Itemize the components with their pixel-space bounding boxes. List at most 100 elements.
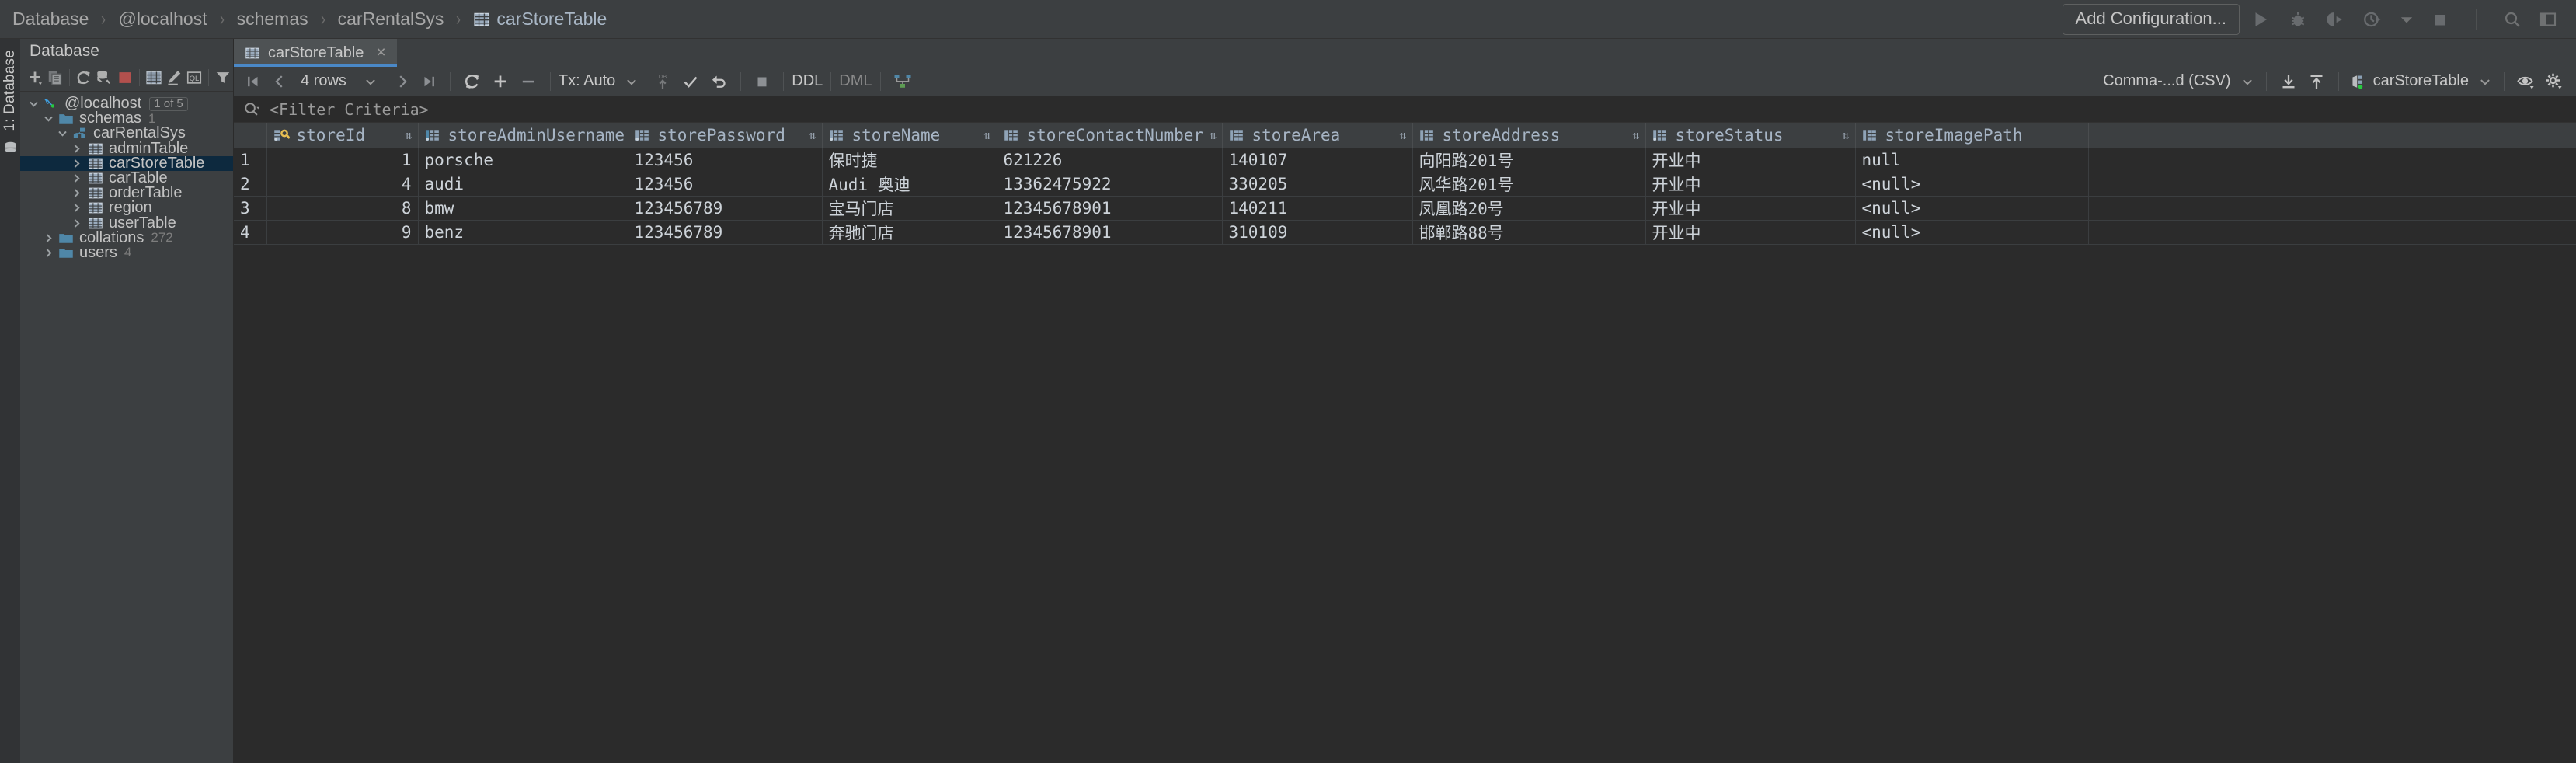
view-options-icon[interactable] (2512, 70, 2540, 93)
run-icon[interactable] (2251, 9, 2271, 30)
cell-storeaddress[interactable]: 向阳路201号 (1412, 148, 1646, 172)
copy-icon[interactable] (45, 67, 65, 89)
table-row[interactable]: 2 4 audi 123456 Audi 奥迪 13362475922 3302… (234, 172, 2576, 197)
close-icon[interactable]: × (376, 44, 385, 62)
cell-storeadminusername[interactable]: benz (418, 220, 628, 245)
sort-indicator-icon[interactable]: ⇅ (405, 128, 412, 142)
ddl-button[interactable]: DDL (792, 72, 823, 90)
cell-storepassword[interactable]: 123456789 (628, 196, 823, 221)
search-everywhere-icon[interactable] (2503, 10, 2522, 29)
sort-indicator-icon[interactable]: ⇅ (1399, 128, 1406, 142)
breadcrumb-item-database[interactable]: Database (11, 9, 90, 30)
chevron-down-icon[interactable] (55, 127, 69, 141)
cell-storeadminusername[interactable]: porsche (418, 148, 628, 172)
cell-storearea[interactable]: 140107 (1222, 148, 1413, 172)
layout-icon[interactable] (2539, 10, 2557, 29)
cell-storepassword[interactable]: 123456 (628, 172, 823, 197)
breadcrumb-item-schemas[interactable]: schemas (235, 9, 310, 30)
cell-storename[interactable]: 保时捷 (822, 148, 997, 172)
chevron-down-icon[interactable] (26, 97, 40, 111)
cell-storestatus[interactable]: 开业中 (1645, 172, 1856, 197)
run-with-coverage-icon[interactable] (2325, 9, 2345, 30)
cell-storeid[interactable]: 9 (266, 220, 419, 245)
chevron-right-icon[interactable] (69, 156, 83, 170)
cell-storeimagepath[interactable]: <null> (1855, 220, 2089, 245)
sort-indicator-icon[interactable]: ⇅ (809, 128, 816, 142)
chevron-down-icon[interactable] (2474, 70, 2496, 93)
session-label[interactable]: carStoreTable (2373, 72, 2469, 90)
tree-node-collations[interactable]: collations 272 (20, 229, 233, 246)
table-row[interactable]: 1 1 porsche 123456 保时捷 621226 140107 向阳路… (234, 148, 2576, 172)
column-header-storeimagepath[interactable]: storeImagePath (1855, 123, 2089, 148)
diagram-icon[interactable] (889, 70, 917, 93)
cell-storeimagepath[interactable]: null (1855, 148, 2089, 172)
tab-carstoretable[interactable]: carStoreTable × (234, 39, 397, 67)
delete-row-button[interactable] (514, 70, 542, 93)
cell-storecontactnumber[interactable]: 12345678901 (997, 196, 1223, 221)
table-row[interactable]: 4 9 benz 123456789 奔驰门店 12345678901 3101… (234, 220, 2576, 245)
cell-storepassword[interactable]: 123456 (628, 148, 823, 172)
breadcrumb-item-carstoretable[interactable]: carStoreTable (472, 9, 608, 30)
modify-icon[interactable] (164, 67, 184, 89)
column-header-storeaddress[interactable]: storeAddress ⇅ (1412, 123, 1646, 148)
row-count-label[interactable]: 4 rows (301, 72, 346, 90)
sort-indicator-icon[interactable]: ⇅ (983, 128, 990, 142)
stop-icon[interactable] (2431, 10, 2449, 29)
previous-page-button[interactable] (266, 70, 293, 93)
transaction-mode-label[interactable]: Tx: Auto (559, 72, 615, 90)
chevron-down-icon[interactable] (621, 70, 642, 93)
add-icon[interactable] (25, 67, 45, 89)
tree-node-users[interactable]: users 4 (20, 244, 233, 261)
cell-storestatus[interactable]: 开业中 (1645, 196, 1856, 221)
data-source-properties-icon[interactable] (94, 67, 114, 89)
table-row[interactable]: 3 8 bmw 123456789 宝马门店 12345678901 14021… (234, 196, 2576, 221)
cell-storearea[interactable]: 140211 (1222, 196, 1413, 221)
cell-storeid[interactable]: 8 (266, 196, 419, 221)
session-icon[interactable] (2347, 70, 2373, 93)
cell-storeadminusername[interactable]: audi (418, 172, 628, 197)
cell-storeimagepath[interactable]: <null> (1855, 196, 2089, 221)
sort-indicator-icon[interactable]: ⇅ (1632, 128, 1639, 142)
cell-storestatus[interactable]: 开业中 (1645, 220, 1856, 245)
column-header-storeadminusername[interactable]: storeAdminUsername ⇅ (418, 123, 628, 148)
cell-storeaddress[interactable]: 邯郸路88号 (1412, 220, 1646, 245)
chevron-down-icon[interactable] (2400, 12, 2414, 26)
chevron-down-icon[interactable] (41, 112, 55, 126)
chevron-right-icon[interactable] (69, 141, 83, 155)
debug-icon[interactable] (2288, 9, 2308, 30)
sort-indicator-icon[interactable]: ⇅ (1210, 128, 1217, 142)
column-header-storename[interactable]: storeName ⇅ (822, 123, 997, 148)
cancel-icon[interactable] (749, 70, 775, 93)
cell-storeid[interactable]: 1 (266, 148, 419, 172)
next-page-button[interactable] (389, 70, 416, 93)
filter-input[interactable]: <Filter Criteria> (270, 100, 429, 119)
column-header-storecontactnumber[interactable]: storeContactNumber ⇅ (997, 123, 1223, 148)
export-to-file-icon[interactable] (2275, 70, 2303, 93)
breadcrumb-item-carrentalsys[interactable]: carRentalSys (336, 9, 446, 30)
chevron-right-icon[interactable] (69, 172, 83, 186)
chevron-right-icon[interactable] (41, 231, 55, 245)
chevron-down-icon[interactable] (360, 70, 381, 93)
breadcrumb-item-localhost[interactable]: @localhost (117, 9, 208, 30)
chevron-right-icon[interactable] (69, 201, 83, 215)
commit-icon[interactable] (677, 70, 705, 93)
first-page-button[interactable] (240, 70, 266, 93)
search-icon[interactable] (243, 101, 260, 118)
column-header-storeid[interactable]: storeId ⇅ (266, 123, 419, 148)
rollback-icon[interactable] (705, 70, 733, 93)
tool-window-button-database[interactable]: 1: Database (2, 50, 19, 131)
cell-storestatus[interactable]: 开业中 (1645, 148, 1856, 172)
refresh-icon[interactable] (74, 67, 94, 89)
profile-icon[interactable] (2362, 9, 2383, 30)
cell-storecontactnumber[interactable]: 12345678901 (997, 220, 1223, 245)
sort-indicator-icon[interactable]: ⇅ (1842, 128, 1849, 142)
cell-storearea[interactable]: 330205 (1222, 172, 1413, 197)
submit-to-database-icon[interactable]: DB (649, 70, 677, 93)
settings-icon[interactable] (2540, 70, 2568, 93)
cell-storecontactnumber[interactable]: 621226 (997, 148, 1223, 172)
cell-storearea[interactable]: 310109 (1222, 220, 1413, 245)
column-header-storearea[interactable]: storeArea ⇅ (1222, 123, 1413, 148)
add-row-button[interactable] (486, 70, 514, 93)
cell-storename[interactable]: Audi 奥迪 (822, 172, 997, 197)
export-format-label[interactable]: Comma-...d (CSV) (2103, 72, 2230, 90)
